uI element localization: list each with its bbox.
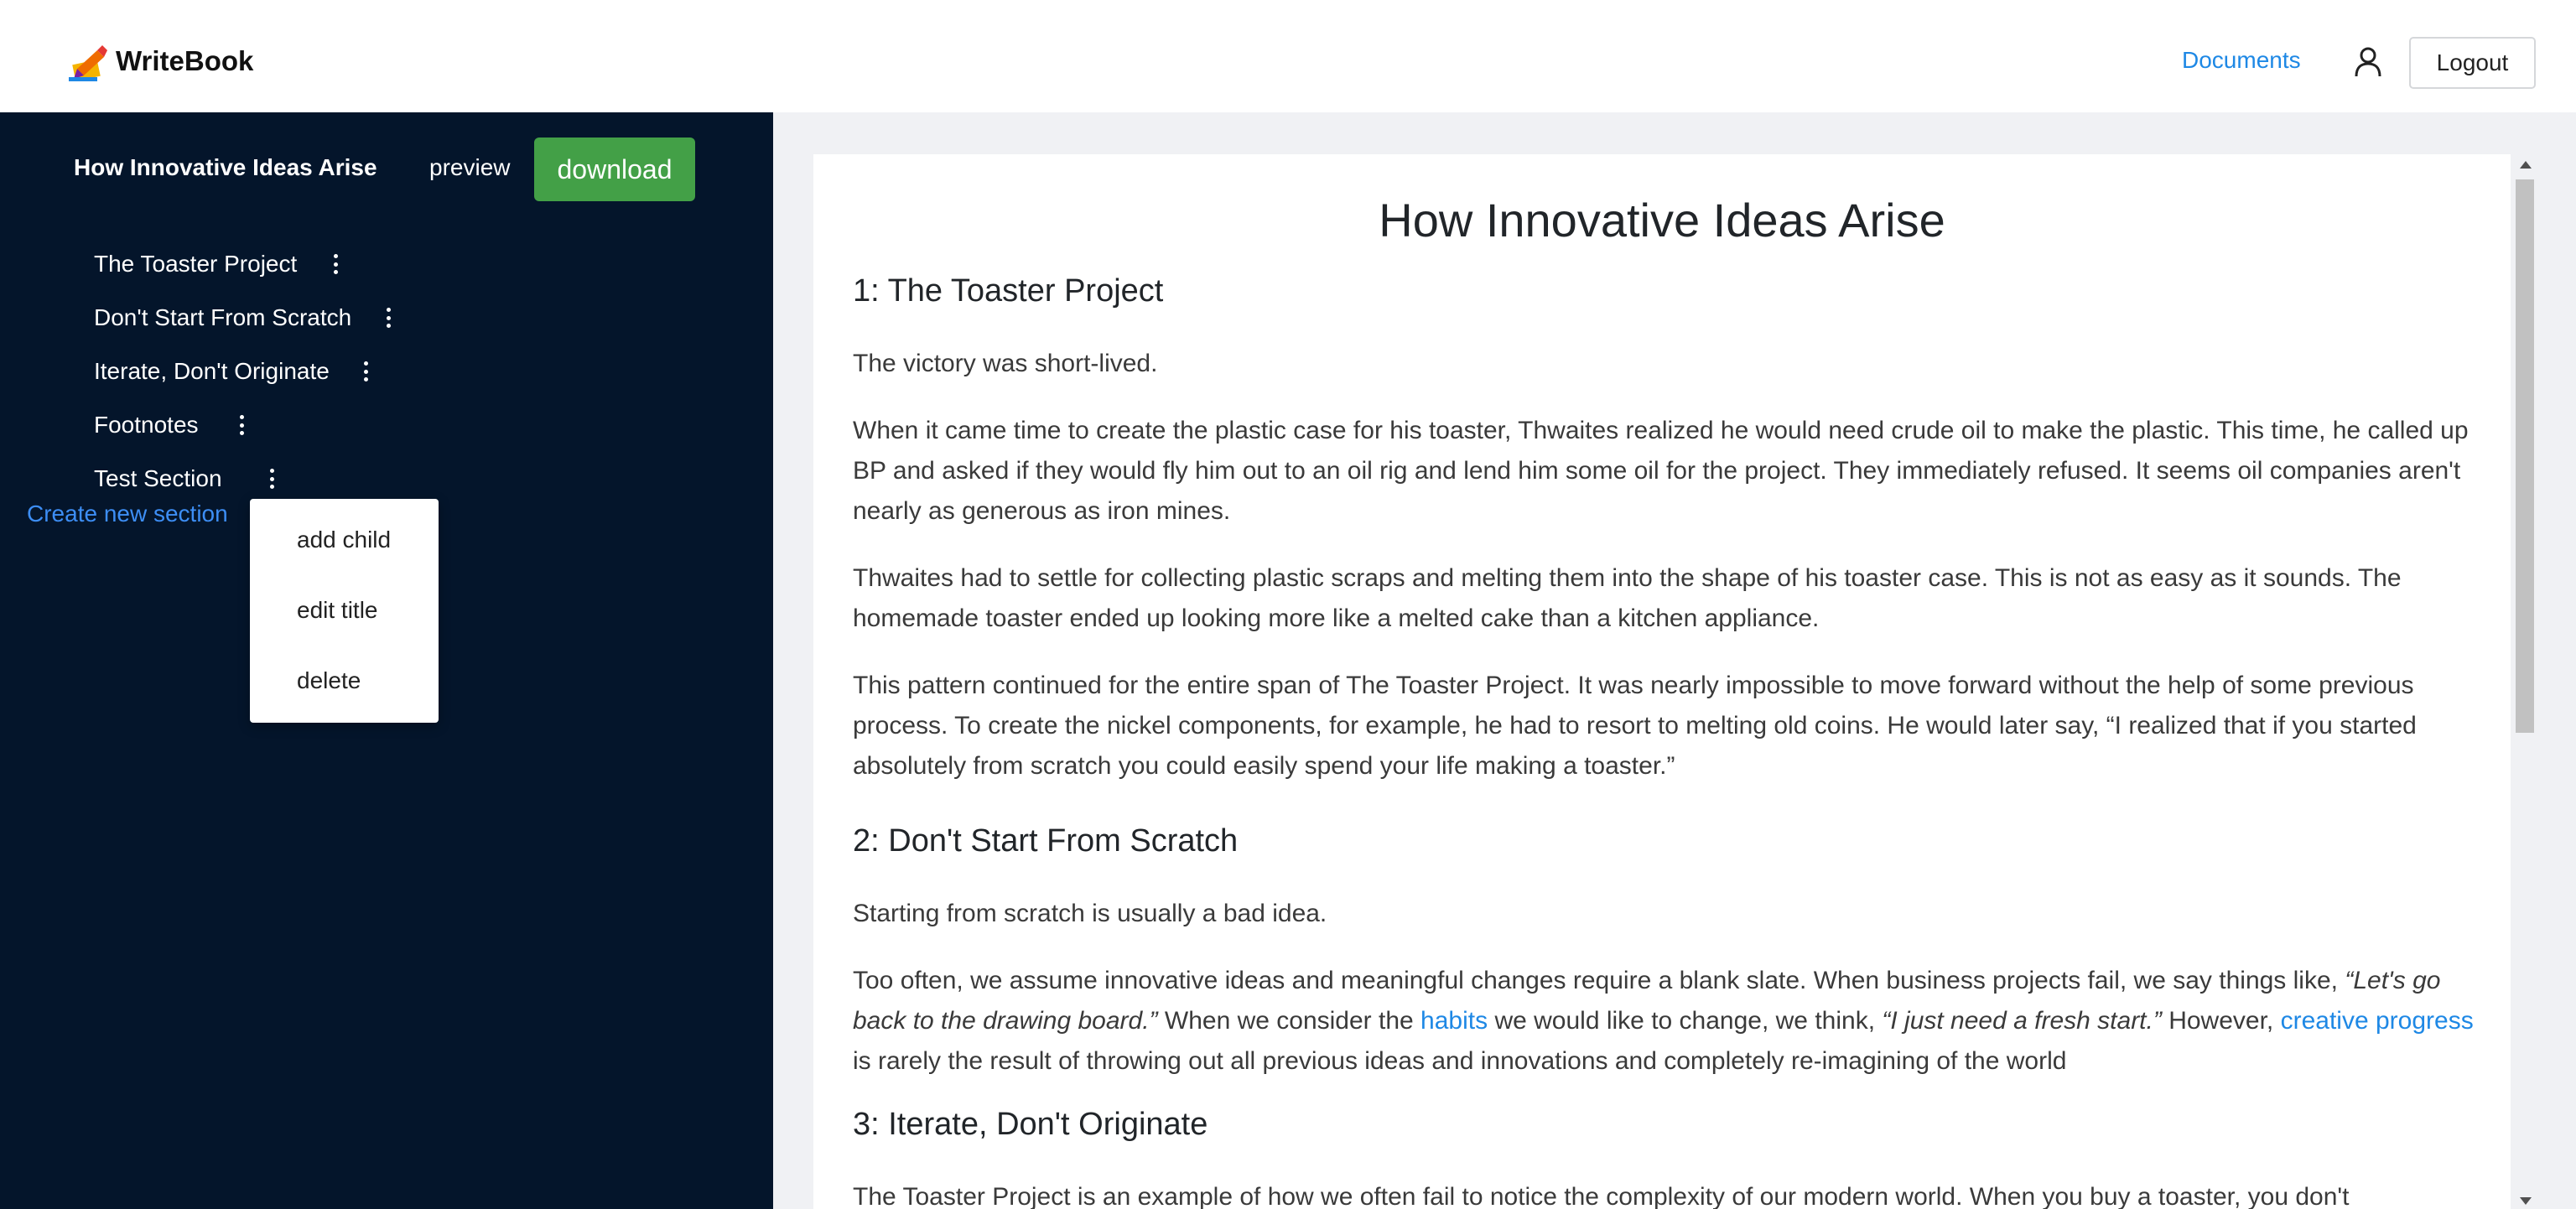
more-vertical-icon[interactable] — [264, 469, 281, 489]
text-run: we would like to change, we think, — [1488, 1007, 1883, 1035]
document-title: How Innovative Ideas Arise — [74, 154, 377, 180]
more-vertical-icon[interactable] — [358, 361, 375, 381]
scroll-down-arrow-icon[interactable] — [2520, 1197, 2532, 1205]
paragraph: When it came time to create the plastic … — [853, 417, 2469, 525]
scrollbar-thumb[interactable] — [2516, 179, 2534, 733]
sidebar-item-toaster-project: The Toaster Project — [94, 247, 344, 281]
more-vertical-icon[interactable] — [380, 308, 397, 328]
text-run: Too often, we assume innovative ideas an… — [853, 967, 2345, 994]
text-run: is rarely the result of throwing out all… — [853, 1047, 2067, 1075]
document-preview: How Innovative Ideas Arise 1: The Toaste… — [813, 154, 2511, 1209]
section-context-menu: add child edit title delete — [250, 499, 439, 723]
section-label[interactable]: The Toaster Project — [94, 251, 297, 278]
paragraph: The victory was short-lived. — [853, 350, 1158, 377]
create-new-section-link[interactable]: Create new section — [27, 501, 228, 527]
section-heading: 1: The Toaster Project — [853, 273, 1164, 309]
sidebar-item-iterate-dont-originate: Iterate, Don't Originate — [94, 355, 375, 388]
preview-title: How Innovative Ideas Arise — [1379, 194, 1945, 246]
brand-name[interactable]: WriteBook — [116, 45, 253, 77]
preview-button[interactable]: preview — [429, 154, 510, 181]
text-run: When we consider the — [1157, 1007, 1421, 1035]
user-icon[interactable] — [2355, 47, 2381, 77]
section-heading: 3: Iterate, Don't Originate — [853, 1107, 1208, 1142]
creative-progress-link[interactable]: creative progress — [2281, 1007, 2474, 1035]
text-run: However, — [2161, 1007, 2281, 1035]
nav-documents-link[interactable]: Documents — [2182, 47, 2301, 74]
writebook-logo-icon — [69, 45, 107, 81]
section-label[interactable]: Iterate, Don't Originate — [94, 358, 330, 385]
content-scrollbar[interactable] — [2511, 154, 2538, 1209]
scroll-up-arrow-icon[interactable] — [2520, 161, 2532, 169]
sidebar-item-footnotes: Footnotes — [94, 408, 251, 442]
top-header: WriteBook Documents Logout — [0, 0, 2576, 112]
more-vertical-icon[interactable] — [327, 254, 344, 274]
logout-button[interactable]: Logout — [2409, 37, 2536, 89]
paragraph: Too often, we assume innovative ideas an… — [853, 961, 2480, 1082]
section-label[interactable]: Test Section — [94, 465, 222, 492]
section-heading: 2: Don't Start From Scratch — [853, 823, 1239, 859]
paragraph: This pattern continued for the entire sp… — [853, 672, 2417, 780]
paragraph: Starting from scratch is usually a bad i… — [853, 900, 1327, 927]
menu-item-delete[interactable]: delete — [297, 667, 361, 694]
paragraph: The Toaster Project is an example of how… — [853, 1183, 2350, 1209]
section-label[interactable]: Footnotes — [94, 412, 199, 438]
paragraph: Thwaites had to settle for collecting pl… — [853, 564, 2402, 632]
sidebar-item-dont-start-from-scratch: Don't Start From Scratch — [94, 301, 397, 335]
menu-item-edit-title[interactable]: edit title — [297, 597, 378, 624]
download-button[interactable]: download — [534, 138, 695, 201]
italic-quote: “I just need a fresh start.” — [1882, 1007, 2162, 1035]
habits-link[interactable]: habits — [1420, 1007, 1488, 1035]
more-vertical-icon[interactable] — [234, 415, 251, 435]
menu-item-add-child[interactable]: add child — [297, 527, 391, 553]
sidebar-item-test-section: Test Section — [94, 462, 281, 496]
section-label[interactable]: Don't Start From Scratch — [94, 304, 351, 331]
